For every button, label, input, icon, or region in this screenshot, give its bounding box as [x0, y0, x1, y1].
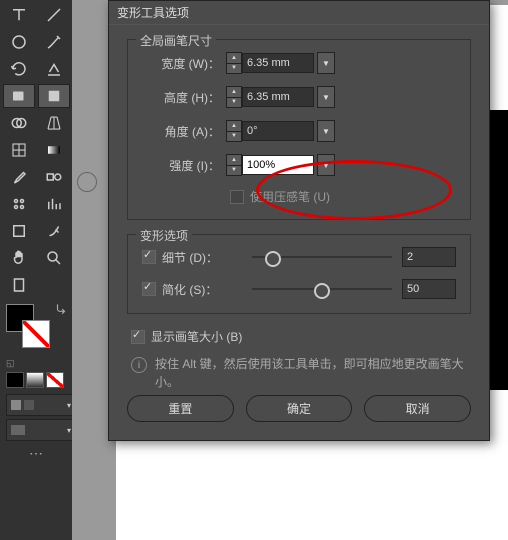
detail-value[interactable]: 2 — [402, 247, 456, 267]
swatch-hint-icon: ◱ — [0, 358, 72, 369]
rotate-tool[interactable] — [3, 57, 35, 81]
zoom-tool[interactable] — [38, 246, 70, 270]
section-title: 全局画笔尺寸 — [136, 32, 216, 49]
blend-tool[interactable] — [38, 165, 70, 189]
slice-tool[interactable] — [38, 219, 70, 243]
background-color[interactable] — [22, 320, 50, 348]
intensity-spinner[interactable]: ▲▼ — [226, 154, 242, 176]
color-solid[interactable] — [6, 372, 24, 388]
detail-slider[interactable] — [252, 256, 392, 258]
angle-field[interactable]: 0° — [242, 121, 314, 141]
info-text: 按住 Alt 键，然后使用该工具单击，即可相应地更改画笔大小。 — [155, 355, 471, 391]
dialog-title: 变形工具选项 — [109, 1, 489, 25]
intensity-field[interactable]: 100% — [242, 155, 314, 175]
shape-builder-tool[interactable] — [3, 111, 35, 135]
width-field[interactable]: 6.35 mm — [242, 53, 314, 73]
show-brush-checkbox[interactable] — [131, 330, 145, 344]
swap-colors-icon[interactable] — [54, 302, 68, 316]
simplify-checkbox[interactable] — [142, 282, 156, 296]
height-spinner[interactable]: ▲▼ — [226, 86, 242, 108]
global-brush-section: 全局画笔尺寸 宽度 (W)： ▲▼ 6.35 mm ▼ 高度 (H)： ▲▼ 6… — [127, 39, 471, 220]
free-transform-tool[interactable] — [38, 84, 70, 108]
mesh-tool[interactable] — [3, 138, 35, 162]
width-label: 宽度 (W)： — [142, 55, 226, 72]
color-none[interactable] — [46, 372, 64, 388]
screen-mode[interactable]: ▾ — [6, 419, 76, 441]
symbol-tool[interactable] — [3, 192, 35, 216]
width-dropdown[interactable]: ▼ — [317, 52, 335, 74]
angle-spinner[interactable]: ▲▼ — [226, 120, 242, 142]
brush-tool[interactable] — [38, 30, 70, 54]
screen-mode-flyout: ▾ ▾ ⋯ — [0, 391, 72, 465]
warp-tool-options-dialog: 变形工具选项 全局画笔尺寸 宽度 (W)： ▲▼ 6.35 mm ▼ 高度 (H… — [108, 0, 490, 441]
perspective-tool[interactable] — [38, 111, 70, 135]
type-tool[interactable] — [3, 3, 35, 27]
detail-label: 细节 (D)： — [162, 249, 218, 266]
tool-palette: ◱ ▾ ▾ ⋯ — [0, 0, 72, 540]
graph-tool[interactable] — [38, 192, 70, 216]
angle-label: 角度 (A)： — [142, 123, 226, 140]
height-dropdown[interactable]: ▼ — [317, 86, 335, 108]
ellipse-tool[interactable] — [3, 30, 35, 54]
eyedropper-tool[interactable] — [3, 165, 35, 189]
angle-dropdown[interactable]: ▼ — [317, 120, 335, 142]
intensity-dropdown[interactable]: ▼ — [317, 154, 335, 176]
pressure-label: 使用压感笔 (U) — [250, 188, 330, 205]
info-icon: i — [131, 357, 147, 373]
color-mode-row — [0, 369, 72, 391]
height-label: 高度 (H)： — [142, 89, 226, 106]
print-tool[interactable] — [3, 273, 35, 297]
detail-checkbox[interactable] — [142, 250, 156, 264]
reset-button[interactable]: 重置 — [127, 395, 234, 422]
artboard-tool[interactable] — [3, 219, 35, 243]
intensity-label: 强度 (I)： — [142, 157, 226, 174]
show-brush-label: 显示画笔大小 (B) — [151, 328, 242, 345]
scale-tool[interactable] — [38, 57, 70, 81]
hand-tool[interactable] — [3, 246, 35, 270]
warp-options-section: 变形选项 细节 (D)： 2 简化 (S)： 50 — [127, 234, 471, 314]
simplify-label: 简化 (S)： — [162, 281, 217, 298]
ok-button[interactable]: 确定 — [246, 395, 353, 422]
color-swatches — [0, 300, 72, 358]
height-field[interactable]: 6.35 mm — [242, 87, 314, 107]
brush-cursor — [77, 172, 97, 192]
color-gradient[interactable] — [26, 372, 44, 388]
line-tool[interactable] — [38, 3, 70, 27]
section-title-2: 变形选项 — [136, 227, 192, 244]
cancel-button[interactable]: 取消 — [364, 395, 471, 422]
simplify-slider[interactable] — [252, 288, 392, 290]
simplify-value[interactable]: 50 — [402, 279, 456, 299]
pressure-checkbox[interactable] — [230, 190, 244, 204]
warp-tool[interactable] — [3, 84, 35, 108]
more-icon[interactable]: ⋯ — [6, 445, 66, 462]
draw-mode[interactable]: ▾ — [6, 394, 76, 416]
gradient-tool[interactable] — [38, 138, 70, 162]
width-spinner[interactable]: ▲▼ — [226, 52, 242, 74]
